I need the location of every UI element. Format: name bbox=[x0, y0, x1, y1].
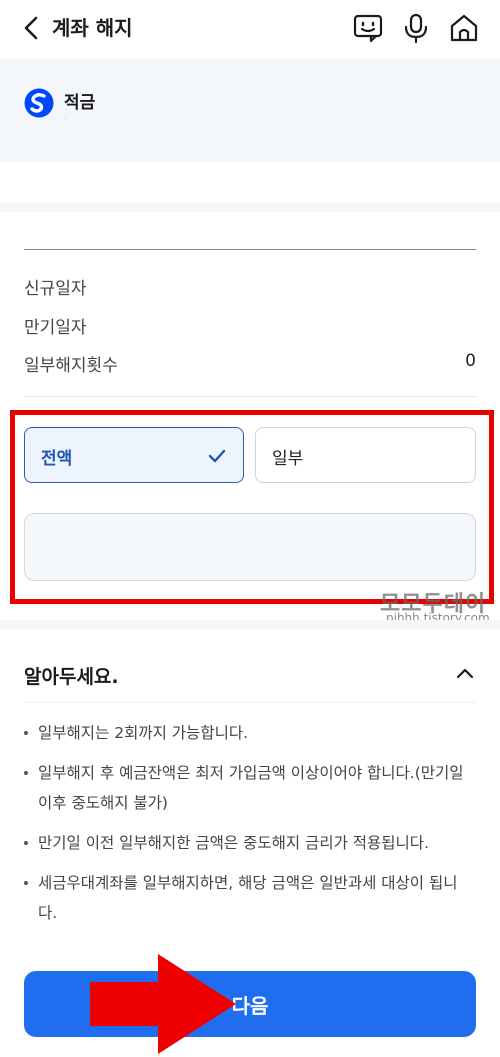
arrow-right-icon bbox=[90, 954, 236, 1054]
amount-field[interactable] bbox=[24, 513, 476, 581]
app-header: 계좌 해지 bbox=[0, 0, 500, 56]
home-icon bbox=[450, 14, 478, 42]
back-button[interactable] bbox=[18, 14, 46, 42]
chevron-left-icon bbox=[24, 16, 38, 40]
check-icon bbox=[208, 449, 226, 463]
home-button[interactable] bbox=[448, 12, 480, 44]
info-label-open-date: 신규일자 bbox=[24, 279, 87, 299]
divider bbox=[24, 702, 476, 703]
notice-item: 세금우대계좌를 일부해지하면, 해당 금액은 일반과세 대상이 됩니다. bbox=[24, 868, 476, 928]
notice-title: 알아두세요. bbox=[24, 666, 119, 688]
page-title: 계좌 해지 bbox=[52, 16, 133, 40]
info-label-maturity-date: 만기일자 bbox=[24, 318, 87, 338]
full-option-label: 전액 bbox=[41, 449, 73, 469]
chat-bot-button[interactable] bbox=[352, 12, 384, 44]
bank-logo-icon bbox=[24, 88, 54, 118]
divider bbox=[24, 249, 476, 250]
notice-item: 일부해지는 2회까지 가능합니다. bbox=[24, 718, 476, 748]
section-divider bbox=[0, 620, 500, 630]
account-number: · bbox=[64, 116, 66, 123]
chat-bot-icon bbox=[353, 14, 383, 43]
account-name: 적금 bbox=[64, 93, 96, 113]
notice-item: 만기일 이전 일부해지한 금액은 중도해지 금리가 적용됩니다. bbox=[24, 828, 476, 858]
microphone-icon bbox=[404, 13, 428, 44]
chevron-up-icon bbox=[456, 668, 474, 679]
section-divider bbox=[0, 202, 500, 212]
partial-termination-option[interactable]: 일부 bbox=[255, 427, 476, 483]
spacer bbox=[0, 162, 500, 202]
notice-item: 일부해지 후 예금잔액은 최저 가입금액 이상이어야 합니다.(만기일 이후 중… bbox=[24, 758, 476, 818]
notice-list: 일부해지는 2회까지 가능합니다. 일부해지 후 예금잔액은 최저 가입금액 이… bbox=[24, 718, 476, 938]
partial-option-label: 일부 bbox=[272, 449, 304, 469]
info-value-partial-count: 0 bbox=[465, 351, 476, 371]
voice-button[interactable] bbox=[400, 12, 432, 44]
collapse-button[interactable] bbox=[452, 660, 478, 686]
divider bbox=[24, 396, 476, 397]
full-termination-option[interactable]: 전액 bbox=[24, 427, 244, 483]
info-label-partial-count: 일부해지횟수 bbox=[24, 356, 118, 376]
